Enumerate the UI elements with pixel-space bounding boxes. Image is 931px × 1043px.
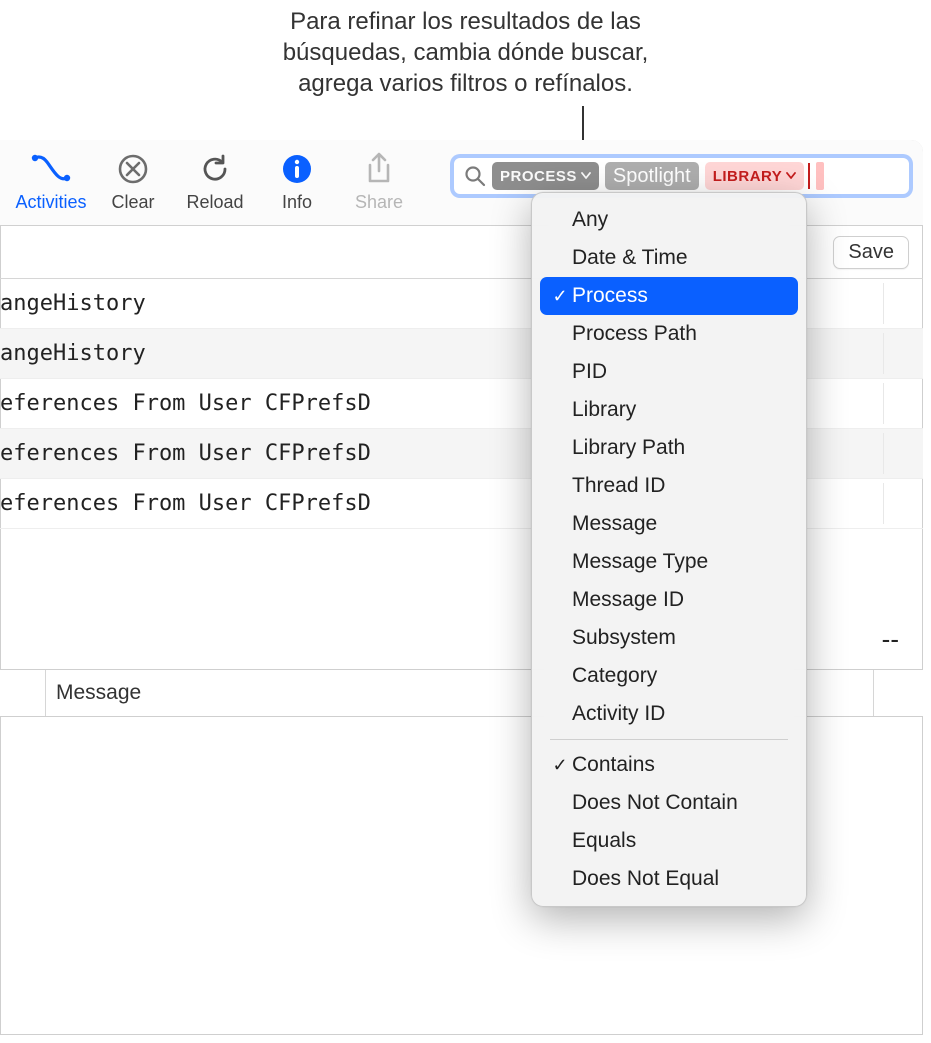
help-caption: Para refinar los resultados de las búsqu… xyxy=(0,6,931,100)
menu-item-label: PID xyxy=(572,360,607,384)
menu-item-process[interactable]: ✓Process xyxy=(540,277,798,315)
menu-item-label: Library xyxy=(572,398,636,422)
callout-line xyxy=(582,106,584,142)
menu-item-label: Does Not Contain xyxy=(572,791,738,815)
chevron-down-icon xyxy=(581,172,591,180)
row-text: eferences From User CFPrefsD xyxy=(0,491,371,516)
info-icon xyxy=(281,146,313,192)
share-icon xyxy=(364,146,394,192)
text-caret xyxy=(808,163,810,189)
menu-item-label: Thread ID xyxy=(572,474,665,498)
menu-item-library-path[interactable]: Library Path xyxy=(540,429,798,467)
search-token-library[interactable]: LIBRARY xyxy=(705,162,805,190)
menu-item-message-id[interactable]: Message ID xyxy=(540,581,798,619)
menu-item-label: Category xyxy=(572,664,657,688)
info-label: Info xyxy=(282,192,312,213)
row-gutter xyxy=(883,433,909,474)
share-label: Share xyxy=(355,192,403,213)
menu-item-label: Library Path xyxy=(572,436,685,460)
menu-item-label: Process xyxy=(572,284,648,308)
caption-line: Para refinar los resultados de las xyxy=(290,8,641,35)
row-text: eferences From User CFPrefsD xyxy=(0,391,371,416)
search-filter-menu: AnyDate & Time✓ProcessProcess PathPIDLib… xyxy=(531,192,807,907)
menu-item-label: Message ID xyxy=(572,588,684,612)
check-icon: ✓ xyxy=(548,755,572,776)
activities-icon xyxy=(31,146,71,192)
save-button[interactable]: Save xyxy=(833,236,909,269)
menu-item-message[interactable]: Message xyxy=(540,505,798,543)
caption-line: agrega varios filtros o refínalos. xyxy=(298,70,633,97)
reload-button[interactable]: Reload xyxy=(174,146,256,213)
info-button[interactable]: Info xyxy=(256,146,338,213)
reload-label: Reload xyxy=(186,192,243,213)
menu-item-library[interactable]: Library xyxy=(540,391,798,429)
menu-item-date-time[interactable]: Date & Time xyxy=(540,239,798,277)
chevron-down-icon xyxy=(786,172,796,180)
row-text: eferences From User CFPrefsD xyxy=(0,441,371,466)
row-text: angeHistory xyxy=(0,341,146,366)
search-token-process-label: PROCESS xyxy=(500,168,577,185)
menu-item-label: Contains xyxy=(572,753,655,777)
share-button: Share xyxy=(338,146,420,213)
reload-icon xyxy=(198,146,232,192)
menu-item-label: Subsystem xyxy=(572,626,676,650)
clear-button[interactable]: Clear xyxy=(92,146,174,213)
clear-label: Clear xyxy=(111,192,154,213)
check-icon: ✓ xyxy=(548,286,572,307)
menu-item-activity-id[interactable]: Activity ID xyxy=(540,695,798,733)
menu-item-contains[interactable]: ✓Contains xyxy=(540,746,798,784)
search-token-library-label: LIBRARY xyxy=(713,168,783,185)
search-token-process[interactable]: PROCESS xyxy=(492,162,599,190)
column-right-gutter xyxy=(873,670,923,716)
search-token-value-text: Spotlight xyxy=(613,165,691,188)
menu-item-label: Activity ID xyxy=(572,702,665,726)
menu-item-subsystem[interactable]: Subsystem xyxy=(540,619,798,657)
menu-item-equals[interactable]: Equals xyxy=(540,822,798,860)
clear-icon xyxy=(116,146,150,192)
menu-item-label: Message Type xyxy=(572,550,708,574)
menu-item-category[interactable]: Category xyxy=(540,657,798,695)
row-gutter xyxy=(883,483,909,524)
row-gutter xyxy=(883,333,909,374)
activities-button[interactable]: Activities xyxy=(10,146,92,213)
row-gutter xyxy=(883,383,909,424)
menu-item-label: Process Path xyxy=(572,322,697,346)
menu-item-any[interactable]: Any xyxy=(540,201,798,239)
menu-item-label: Message xyxy=(572,512,657,536)
row-gutter xyxy=(883,283,909,324)
menu-item-does-not-contain[interactable]: Does Not Contain xyxy=(540,784,798,822)
menu-item-label: Does Not Equal xyxy=(572,867,719,891)
menu-item-label: Equals xyxy=(572,829,636,853)
menu-item-label: Date & Time xyxy=(572,246,688,270)
caption-line: búsquedas, cambia dónde buscar, xyxy=(283,39,649,66)
activities-label: Activities xyxy=(15,192,86,213)
menu-item-pid[interactable]: PID xyxy=(540,353,798,391)
search-token-value[interactable]: Spotlight xyxy=(605,162,699,190)
menu-item-label: Any xyxy=(572,208,608,232)
menu-item-process-path[interactable]: Process Path xyxy=(540,315,798,353)
menu-item-does-not-equal[interactable]: Does Not Equal xyxy=(540,860,798,898)
column-gutter xyxy=(0,670,46,716)
row-text: angeHistory xyxy=(0,291,146,316)
menu-item-thread-id[interactable]: Thread ID xyxy=(540,467,798,505)
search-icon xyxy=(464,165,486,187)
menu-item-message-type[interactable]: Message Type xyxy=(540,543,798,581)
token-input-area[interactable] xyxy=(816,162,824,190)
menu-separator xyxy=(550,739,788,740)
